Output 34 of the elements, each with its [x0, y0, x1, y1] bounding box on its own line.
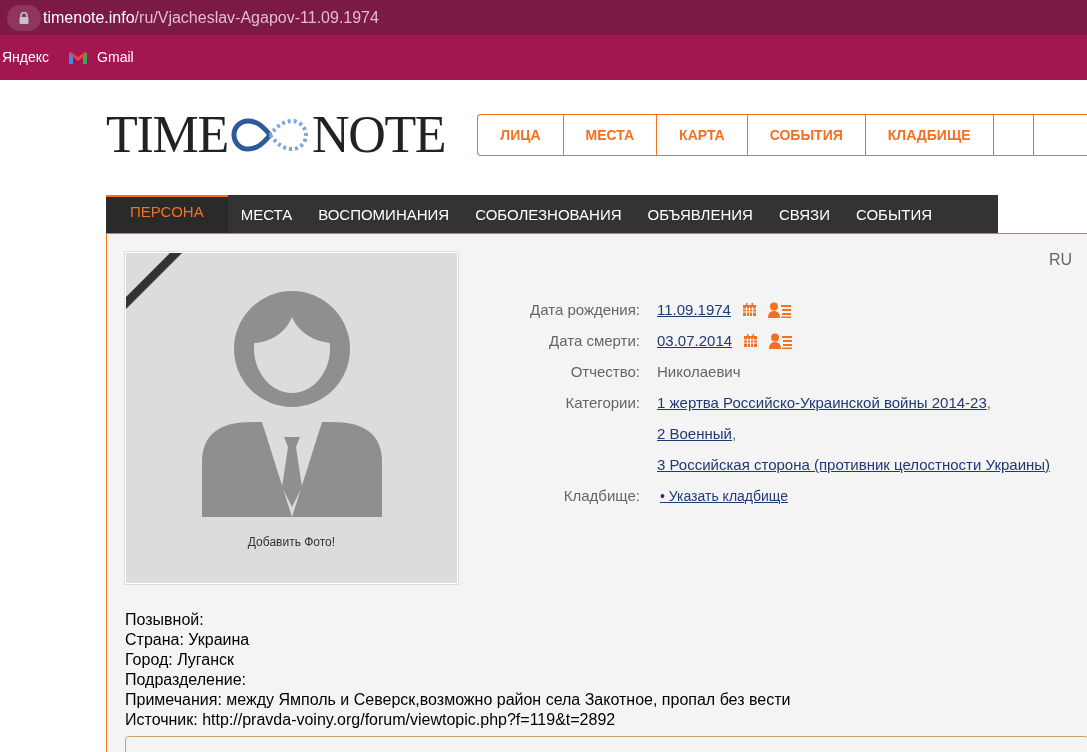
url-field[interactable]: timenote.info/ru/Vjacheslav-Agapov-11.09.1974 — [7, 4, 379, 31]
tab[interactable]: МЕСТА — [227, 195, 306, 233]
field-label: Дата смерти: — [548, 331, 641, 351]
tab[interactable]: ОБЪЯВЛЕНИЯ — [634, 195, 766, 233]
bookmark[interactable]: Gmail — [69, 47, 134, 68]
tab[interactable]: СОБЫТИЯ — [842, 195, 945, 233]
note-line: Позывной: — [125, 610, 205, 630]
field-label: Кладбище: — [562, 486, 641, 506]
timenote-logo[interactable]: TIME NOTE — [106, 109, 446, 161]
add-photo-caption[interactable]: Добавить Фото! — [247, 533, 336, 551]
field-label: Отчество: — [569, 362, 641, 382]
note-line: Источник: http://pravda-voiny.org/forum/viewtopic.php?f=119&t=2892 — [125, 710, 617, 730]
cemetery-link[interactable]: • Указать кладбище — [657, 488, 788, 504]
language-label[interactable]: RU — [1048, 248, 1072, 272]
note-line: Примечания: между Ямполь и Северск,возможно район села Закотное, пропал без вести — [125, 690, 792, 710]
bookmark[interactable]: Яндекс — [2, 47, 50, 68]
tab[interactable]: ВОСПОМИНАНИЯ — [305, 195, 463, 233]
field-label: Дата рождения: — [529, 300, 641, 320]
category-link[interactable]: 1 жертва Российско-Украинской войны 2014-23 — [657, 394, 987, 411]
field-value: Николаевич — [657, 363, 741, 380]
note-line: Страна: Украина — [125, 630, 251, 650]
date-link[interactable]: 03.07.2014 — [657, 325, 733, 356]
photo-placeholder[interactable]: Добавить Фото! — [125, 252, 458, 584]
tab[interactable]: СОБОЛЕЗНОВАНИЯ — [462, 195, 635, 233]
note-line: Город: Луганск — [125, 650, 236, 670]
comma-separator: , — [731, 425, 737, 442]
comma-separator: , — [986, 394, 991, 411]
tab[interactable]: СВЯЗИ — [765, 195, 843, 233]
date-link[interactable]: 11.09.1974 — [657, 294, 731, 325]
tab[interactable]: ПЕРСОНА — [106, 195, 228, 233]
field-label: Категории: — [564, 393, 641, 413]
note-line: Подразделение: — [125, 670, 248, 690]
category-link[interactable]: 2 Военный — [657, 425, 732, 442]
category-link[interactable]: 3 Российская сторона (противник целостности Украины) — [657, 456, 1051, 473]
